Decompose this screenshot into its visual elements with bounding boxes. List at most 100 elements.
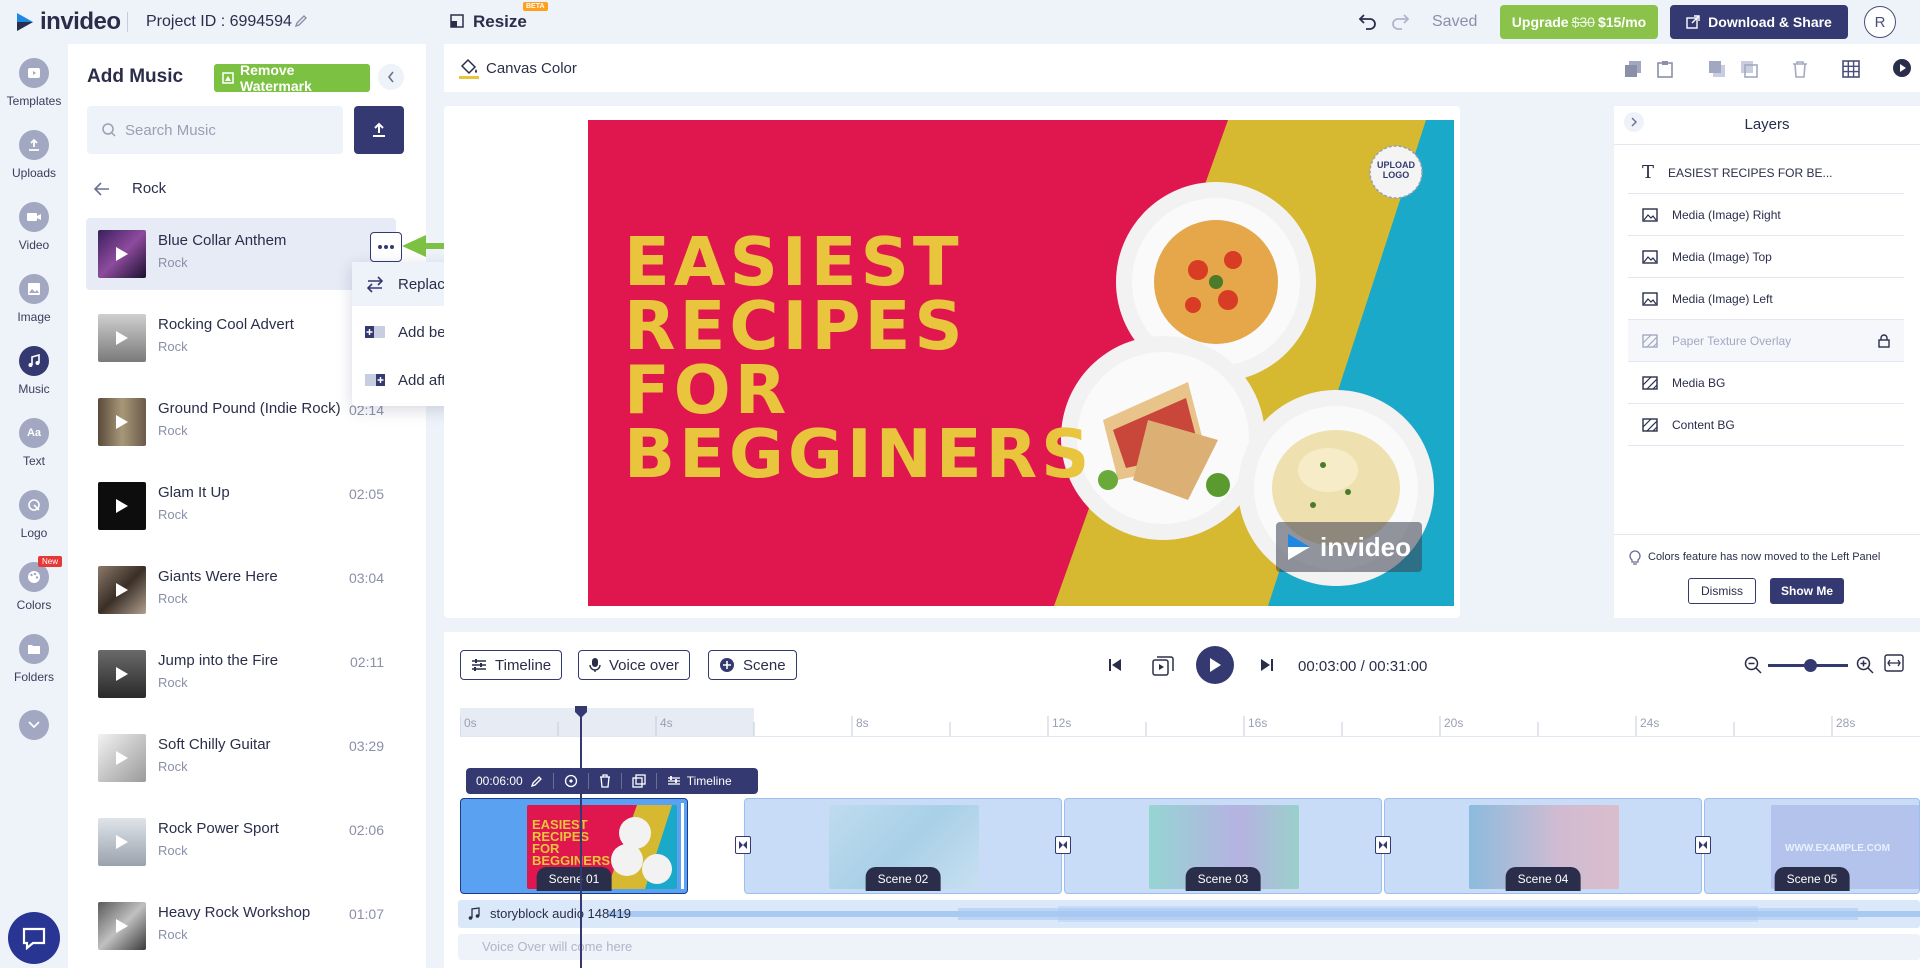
layer-row[interactable]: Media (Image) Left xyxy=(1628,278,1904,320)
redo-icon[interactable] xyxy=(1390,12,1410,30)
canvas-headline[interactable]: EASIEST RECIPES FOR BEGGINERS xyxy=(624,229,1093,488)
track-thumbnail[interactable] xyxy=(98,902,146,950)
track-item[interactable]: Rocking Cool Advert Rock xyxy=(86,302,396,374)
voice-over-button[interactable]: Voice over xyxy=(578,650,691,680)
zoom-in-icon[interactable] xyxy=(1856,656,1874,674)
scene-clip[interactable]: EASIEST RECIPES FOR BEGGINERS Scene 01 xyxy=(460,798,688,894)
fit-width-icon[interactable] xyxy=(1884,654,1904,672)
rail-item-colors[interactable]: New Colors xyxy=(0,556,68,628)
rail-item-text[interactable]: Aa Text xyxy=(0,412,68,484)
track-item[interactable]: Giants Were Here Rock 03:04 xyxy=(86,554,396,626)
skip-forward-icon[interactable] xyxy=(1260,658,1274,672)
more-options-button[interactable] xyxy=(370,232,402,262)
grid-icon[interactable] xyxy=(1842,60,1860,78)
track-thumbnail[interactable] xyxy=(98,230,146,278)
undo-icon[interactable] xyxy=(1358,12,1378,30)
voiceover-track[interactable]: Voice Over will come here xyxy=(458,934,1920,960)
edit-pencil-icon[interactable] xyxy=(294,14,308,28)
trim-handle[interactable] xyxy=(681,803,684,889)
chat-button[interactable] xyxy=(8,912,60,964)
upgrade-new-price: $15/mo xyxy=(1597,14,1647,30)
layer-row[interactable]: Media (Image) Right xyxy=(1628,194,1904,236)
duplicate-icon[interactable] xyxy=(1624,60,1642,78)
track-item[interactable]: Blue Collar Anthem Rock xyxy=(86,218,402,290)
scene-duration[interactable]: 00:06:00 xyxy=(466,774,531,788)
rail-item-templates[interactable]: Templates xyxy=(0,52,68,124)
layer-row[interactable]: Media BG xyxy=(1628,362,1904,404)
resize-button[interactable]: Resize xyxy=(473,12,527,32)
upload-logo-placeholder[interactable]: UPLOAD LOGO xyxy=(1374,160,1418,180)
zoom-slider-handle[interactable] xyxy=(1804,659,1817,672)
back-arrow-icon[interactable] xyxy=(94,182,110,196)
send-backward-icon[interactable] xyxy=(1740,60,1758,78)
play-preview-icon[interactable] xyxy=(1892,58,1912,78)
track-thumbnail[interactable] xyxy=(98,650,146,698)
search-input[interactable] xyxy=(125,121,325,139)
scene-clip[interactable]: Scene 02 xyxy=(744,798,1062,894)
paint-bucket-icon[interactable] xyxy=(458,56,480,80)
playhead-line[interactable] xyxy=(580,716,582,968)
transition-toggle-icon[interactable] xyxy=(1055,836,1071,854)
track-item[interactable]: Rock Power Sport Rock 02:06 xyxy=(86,806,396,878)
track-item[interactable]: Ground Pound (Indie Rock) Rock 02:14 xyxy=(86,386,396,458)
layer-row[interactable]: Content BG xyxy=(1628,404,1904,446)
scene-canvas[interactable]: EASIEST RECIPES FOR BEGGINERS UPLOAD LOG… xyxy=(588,120,1454,606)
track-thumbnail[interactable] xyxy=(98,482,146,530)
download-share-button[interactable]: Download & Share xyxy=(1670,5,1848,39)
timeline-panel: Timeline Voice over Scene 00:03:00 / 00:… xyxy=(444,632,1920,968)
track-thumbnail[interactable] xyxy=(98,314,146,362)
rail-item-video[interactable]: Video xyxy=(0,196,68,268)
track-item[interactable]: Heavy Rock Workshop Rock 01:07 xyxy=(86,890,396,962)
upload-music-button[interactable] xyxy=(354,106,404,154)
scene-clip[interactable]: Scene 03 xyxy=(1064,798,1382,894)
resize-icon[interactable] xyxy=(450,14,464,28)
scene-clip[interactable]: Scene 04 xyxy=(1384,798,1702,894)
transition-toggle-icon[interactable] xyxy=(1695,836,1711,854)
loop-icon[interactable] xyxy=(1152,656,1174,676)
show-me-button[interactable]: Show Me xyxy=(1770,578,1844,604)
trash-icon[interactable] xyxy=(589,774,621,788)
invideo-logo-icon[interactable] xyxy=(14,11,36,33)
track-item[interactable]: Glam It Up Rock 02:05 xyxy=(86,470,396,542)
canvas-color-button[interactable]: Canvas Color xyxy=(486,60,577,77)
skip-back-icon[interactable] xyxy=(1108,658,1122,672)
bring-forward-icon[interactable] xyxy=(1708,60,1726,78)
lock-icon[interactable] xyxy=(1878,334,1890,348)
transition-icon[interactable] xyxy=(554,774,588,788)
track-thumbnail[interactable] xyxy=(98,566,146,614)
track-thumbnail[interactable] xyxy=(98,398,146,446)
timeline-button[interactable]: Timeline xyxy=(460,650,563,680)
dismiss-button[interactable]: Dismiss xyxy=(1688,578,1756,604)
collapse-panel-button[interactable] xyxy=(378,64,404,90)
edit-pencil-icon[interactable] xyxy=(530,775,553,787)
play-button[interactable] xyxy=(1196,646,1234,684)
layer-row[interactable]: T EASIEST RECIPES FOR BE... xyxy=(1628,152,1904,194)
track-thumbnail[interactable] xyxy=(98,818,146,866)
track-item[interactable]: Soft Chilly Guitar Rock 03:29 xyxy=(86,722,396,794)
trash-icon[interactable] xyxy=(1792,60,1808,78)
scene-clip[interactable]: WWW.EXAMPLE.COM Scene 05 xyxy=(1704,798,1920,894)
zoom-out-icon[interactable] xyxy=(1744,656,1762,674)
rail-item-logo[interactable]: Logo xyxy=(0,484,68,556)
paste-icon[interactable] xyxy=(1656,60,1674,78)
remove-watermark-button[interactable]: Remove Watermark xyxy=(214,62,370,94)
track-thumbnail[interactable] xyxy=(98,734,146,782)
transition-toggle-icon[interactable] xyxy=(735,836,751,854)
layer-row[interactable]: Paper Texture Overlay xyxy=(1628,320,1904,362)
track-item[interactable]: Jump into the Fire Rock 02:11 xyxy=(86,638,396,710)
upgrade-button[interactable]: Upgrade $30 $15/mo xyxy=(1500,5,1658,39)
rail-item-image[interactable]: Image xyxy=(0,268,68,340)
layer-row[interactable]: Media (Image) Top xyxy=(1628,236,1904,278)
add-scene-button[interactable]: Scene xyxy=(708,650,797,680)
mini-timeline-button[interactable]: Timeline xyxy=(687,774,732,788)
rail-item-uploads[interactable]: Uploads xyxy=(0,124,68,196)
avatar[interactable]: R xyxy=(1864,6,1896,38)
rail-expand-button[interactable] xyxy=(0,704,68,776)
rail-item-folders[interactable]: Folders xyxy=(0,628,68,700)
duplicate-icon[interactable] xyxy=(622,774,656,788)
audio-track[interactable]: storyblock audio 148419 xyxy=(458,900,1920,928)
transition-toggle-icon[interactable] xyxy=(1375,836,1391,854)
search-box[interactable] xyxy=(87,106,343,154)
brand-name[interactable]: invideo xyxy=(40,8,121,36)
rail-item-music[interactable]: Music xyxy=(0,340,68,412)
